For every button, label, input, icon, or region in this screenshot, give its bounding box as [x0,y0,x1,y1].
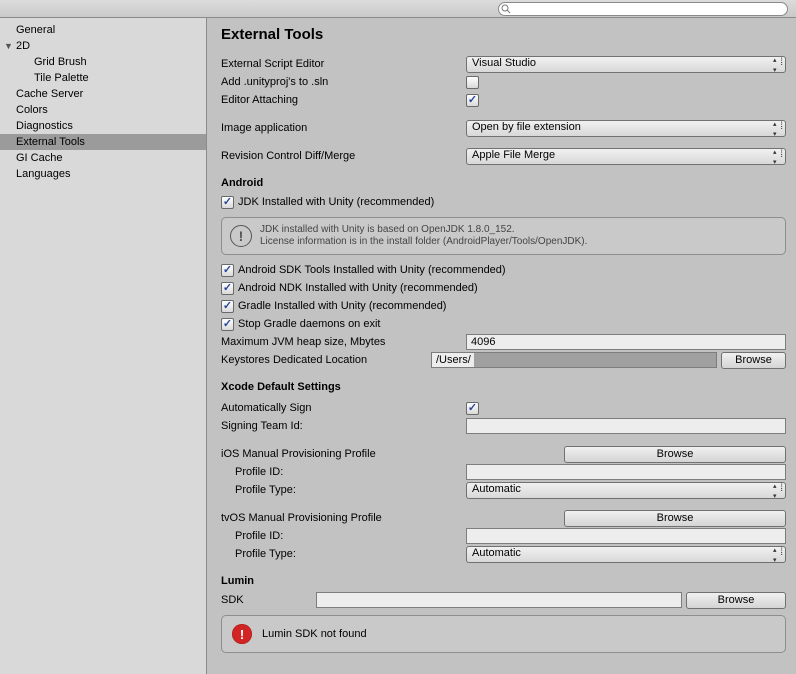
ios-profile-id-label: Profile ID: [221,466,466,478]
lumin-sdk-field[interactable] [316,592,682,608]
sidebar-item-languages[interactable]: Languages [0,166,206,182]
lumin-sdk-label: SDK [221,594,316,606]
android-sdk-tools-label: Android SDK Tools Installed with Unity (… [238,264,506,276]
tvos-profile-id-label: Profile ID: [221,530,466,542]
ios-profile-type-label: Profile Type: [221,484,466,496]
sidebar-item-general[interactable]: General [0,22,206,38]
sidebar-item-diagnostics[interactable]: Diagnostics [0,118,206,134]
keystore-location-label: Keystores Dedicated Location [221,354,431,366]
add-unityproj-label: Add .unityproj's to .sln [221,76,466,88]
jdk-checkbox[interactable] [221,196,234,209]
external-script-editor-label: External Script Editor [221,58,466,70]
sidebar-item-external-tools[interactable]: External Tools [0,134,206,150]
sidebar-item-tile-palette[interactable]: Tile Palette [0,70,206,86]
image-application-label: Image application [221,122,466,134]
sidebar-item-grid-brush[interactable]: Grid Brush [0,54,206,70]
editor-attaching-label: Editor Attaching [221,94,466,106]
ios-profile-id-field[interactable] [466,464,786,480]
stop-gradle-checkbox[interactable] [221,318,234,331]
auto-sign-label: Automatically Sign [221,402,466,414]
jdk-label: JDK Installed with Unity (recommended) [238,196,434,208]
android-section-header: Android [221,177,786,189]
top-toolbar [0,0,796,18]
revision-control-label: Revision Control Diff/Merge [221,150,466,162]
search-input[interactable] [498,2,788,16]
editor-attaching-checkbox[interactable] [466,94,479,107]
tvos-provisioning-browse-button[interactable]: Browse [564,510,786,527]
tvos-profile-type-select[interactable]: Automatic [466,546,786,563]
jvm-heap-label: Maximum JVM heap size, Mbytes [221,336,466,348]
sidebar-item-2d[interactable]: ▼2D [0,38,206,54]
xcode-section-header: Xcode Default Settings [221,381,786,393]
external-script-editor-select[interactable]: Visual Studio [466,56,786,73]
preferences-sidebar: General ▼2D Grid Brush Tile Palette Cach… [0,18,207,674]
sidebar-item-cache-server[interactable]: Cache Server [0,86,206,102]
sidebar-item-colors[interactable]: Colors [0,102,206,118]
keystore-browse-button[interactable]: Browse [721,352,786,369]
image-application-select[interactable]: Open by file extension [466,120,786,137]
add-unityproj-checkbox[interactable] [466,76,479,89]
ios-profile-type-select[interactable]: Automatic [466,482,786,499]
auto-sign-checkbox[interactable] [466,402,479,415]
lumin-error-box: ! Lumin SDK not found [221,615,786,653]
disclosure-triangle-icon[interactable]: ▼ [4,38,13,54]
signing-team-id-field[interactable] [466,418,786,434]
revision-control-select[interactable]: Apple File Merge [466,148,786,165]
android-ndk-label: Android NDK Installed with Unity (recomm… [238,282,478,294]
tvos-profile-id-field[interactable] [466,528,786,544]
android-sdk-tools-checkbox[interactable] [221,264,234,277]
gradle-label: Gradle Installed with Unity (recommended… [238,300,446,312]
ios-provisioning-browse-button[interactable]: Browse [564,446,786,463]
keystore-location-field[interactable] [431,352,717,368]
tvos-provisioning-label: tvOS Manual Provisioning Profile [221,512,433,524]
android-ndk-checkbox[interactable] [221,282,234,295]
info-icon: ! [230,225,252,247]
sidebar-item-gi-cache[interactable]: GI Cache [0,150,206,166]
jvm-heap-field[interactable] [466,334,786,350]
lumin-error-text: Lumin SDK not found [262,628,367,640]
jdk-info-box: ! JDK installed with Unity is based on O… [221,217,786,255]
preferences-content: External Tools External Script Editor Vi… [207,18,796,674]
lumin-sdk-browse-button[interactable]: Browse [686,592,786,609]
search-icon [501,4,511,14]
stop-gradle-label: Stop Gradle daemons on exit [238,318,380,330]
tvos-profile-type-label: Profile Type: [221,548,466,560]
gradle-checkbox[interactable] [221,300,234,313]
lumin-section-header: Lumin [221,575,786,587]
error-icon: ! [232,624,252,644]
ios-provisioning-label: iOS Manual Provisioning Profile [221,448,433,460]
signing-team-id-label: Signing Team Id: [221,420,466,432]
page-title: External Tools [221,26,786,43]
